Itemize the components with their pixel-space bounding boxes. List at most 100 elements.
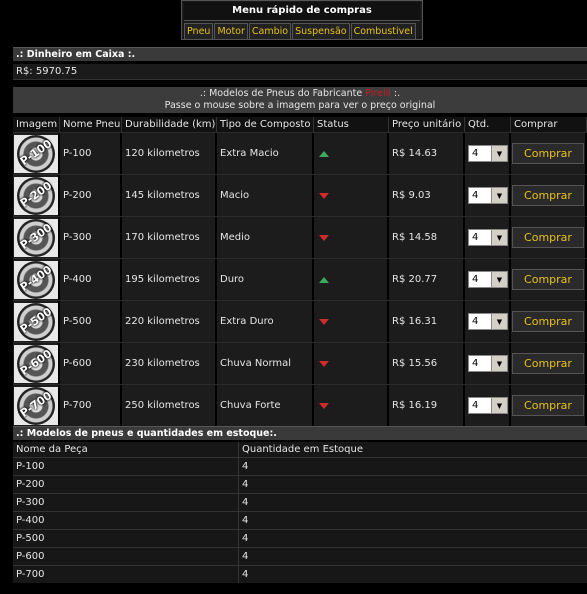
tire-compound: Duro xyxy=(217,259,314,300)
chevron-down-icon[interactable]: ▼ xyxy=(491,398,507,413)
tire-price: R$ 15.56 xyxy=(389,343,465,384)
tire-image[interactable]: P-300 xyxy=(14,218,58,257)
tire-image-cell: P-200 xyxy=(13,175,60,216)
stock-quantity: 4 xyxy=(239,512,587,529)
tire-durability: 230 kilometros xyxy=(122,343,217,384)
tire-image[interactable]: P-100 xyxy=(14,134,58,173)
stock-header: Nome da Peça Quantidade em Estoque xyxy=(13,442,587,457)
header-nome-peca: Nome da Peça xyxy=(13,442,239,457)
tire-name: P-400 xyxy=(60,259,122,300)
qty-cell: 4 ▼ xyxy=(465,385,511,426)
tire-durability: 120 kilometros xyxy=(122,133,217,174)
tire-icon: P-100 xyxy=(17,134,55,173)
quantity-value: 4 xyxy=(472,316,479,327)
tire-name: P-300 xyxy=(60,217,122,258)
tire-durability: 145 kilometros xyxy=(122,175,217,216)
header-comprar: Comprar xyxy=(511,117,587,132)
stock-row: P-100 4 xyxy=(13,457,587,475)
quantity-value: 4 xyxy=(472,232,479,243)
tire-name: P-200 xyxy=(60,175,122,216)
tire-price: R$ 14.63 xyxy=(389,133,465,174)
notice-suffix: :. xyxy=(390,88,401,99)
header-imagem: Imagem xyxy=(13,117,60,132)
tire-price: R$ 14.58 xyxy=(389,217,465,258)
status-cell xyxy=(314,259,389,300)
stock-row: P-400 4 xyxy=(13,511,587,529)
quantity-select[interactable]: 4 ▼ xyxy=(468,397,508,414)
buy-cell: Comprar xyxy=(511,259,587,300)
quantity-select[interactable]: 4 ▼ xyxy=(468,271,508,288)
stock-part-name: P-500 xyxy=(13,530,239,547)
buy-button[interactable]: Comprar xyxy=(512,311,584,332)
stock-part-name: P-400 xyxy=(13,512,239,529)
quantity-select[interactable]: 4 ▼ xyxy=(468,313,508,330)
status-cell xyxy=(314,343,389,384)
tire-image[interactable]: P-200 xyxy=(14,176,58,215)
buy-button[interactable]: Comprar xyxy=(512,185,584,206)
buy-cell: Comprar xyxy=(511,217,587,258)
table-row: P-600 P-600 230 kilometros Chuva Normal … xyxy=(13,342,587,384)
tire-image[interactable]: P-500 xyxy=(14,302,58,341)
menu-item-cambio[interactable]: Cambio xyxy=(248,23,292,40)
chevron-down-icon[interactable]: ▼ xyxy=(491,188,507,203)
tire-image-label: P-100 xyxy=(17,136,55,168)
header-quantidade: Quantidade em Estoque xyxy=(239,442,587,457)
tire-image-cell: P-300 xyxy=(13,217,60,258)
buy-button[interactable]: Comprar xyxy=(512,395,584,416)
tire-icon: P-200 xyxy=(17,176,55,215)
triangle-down-icon xyxy=(319,360,329,367)
buy-cell: Comprar xyxy=(511,133,587,174)
brand-name: Pirelli xyxy=(365,88,391,99)
menu-item-combustivel[interactable]: Combustivel xyxy=(350,23,416,40)
quantity-value: 4 xyxy=(472,358,479,369)
stock-quantity: 4 xyxy=(239,476,587,493)
quantity-select[interactable]: 4 ▼ xyxy=(468,187,508,204)
tire-icon: P-700 xyxy=(17,386,55,425)
status-cell xyxy=(314,175,389,216)
tire-image-cell: P-400 xyxy=(13,259,60,300)
chevron-down-icon[interactable]: ▼ xyxy=(491,314,507,329)
tire-name: P-600 xyxy=(60,343,122,384)
stock-table: Nome da Peça Quantidade em Estoque P-100… xyxy=(13,442,587,583)
quantity-value: 4 xyxy=(472,190,479,201)
quantity-select[interactable]: 4 ▼ xyxy=(468,229,508,246)
buy-button[interactable]: Comprar xyxy=(512,269,584,290)
tire-image[interactable]: P-400 xyxy=(14,260,58,299)
menu-item-motor[interactable]: Motor xyxy=(214,23,248,40)
tire-icon: P-500 xyxy=(17,302,55,341)
buy-button[interactable]: Comprar xyxy=(512,143,584,164)
header-status: Status xyxy=(314,117,389,132)
chevron-down-icon[interactable]: ▼ xyxy=(491,146,507,161)
tire-image-label: P-500 xyxy=(17,304,55,336)
menu-item-suspensao[interactable]: Suspensão xyxy=(292,23,350,40)
triangle-up-icon xyxy=(319,150,329,157)
tire-image[interactable]: P-700 xyxy=(14,386,58,425)
tire-compound: Medio xyxy=(217,217,314,258)
buy-button[interactable]: Comprar xyxy=(512,353,584,374)
tire-image-cell: P-100 xyxy=(13,133,60,174)
quantity-select[interactable]: 4 ▼ xyxy=(468,145,508,162)
tire-price: R$ 20.77 xyxy=(389,259,465,300)
chevron-down-icon[interactable]: ▼ xyxy=(491,356,507,371)
buy-button[interactable]: Comprar xyxy=(512,227,584,248)
tire-durability: 195 kilometros xyxy=(122,259,217,300)
header-qtd: Qtd. xyxy=(465,117,511,132)
chevron-down-icon[interactable]: ▼ xyxy=(491,230,507,245)
tire-price: R$ 9.03 xyxy=(389,175,465,216)
tire-icon: P-300 xyxy=(17,218,55,257)
tire-name: P-700 xyxy=(60,385,122,426)
quantity-value: 4 xyxy=(472,400,479,411)
tire-image[interactable]: P-600 xyxy=(14,344,58,383)
quantity-select[interactable]: 4 ▼ xyxy=(468,355,508,372)
stock-part-name: P-600 xyxy=(13,548,239,565)
menu-item-pneu[interactable]: Pneu xyxy=(184,23,214,40)
stock-row: P-300 4 xyxy=(13,493,587,511)
tire-durability: 170 kilometros xyxy=(122,217,217,258)
chevron-down-icon[interactable]: ▼ xyxy=(491,272,507,287)
triangle-up-icon xyxy=(319,276,329,283)
tire-image-label: P-300 xyxy=(17,220,55,252)
buy-cell: Comprar xyxy=(511,301,587,342)
tire-image-cell: P-500 xyxy=(13,301,60,342)
table-header: Imagem Nome Pneu Durabilidade (km) Tipo … xyxy=(13,117,587,132)
tire-image-label: P-600 xyxy=(17,346,55,378)
